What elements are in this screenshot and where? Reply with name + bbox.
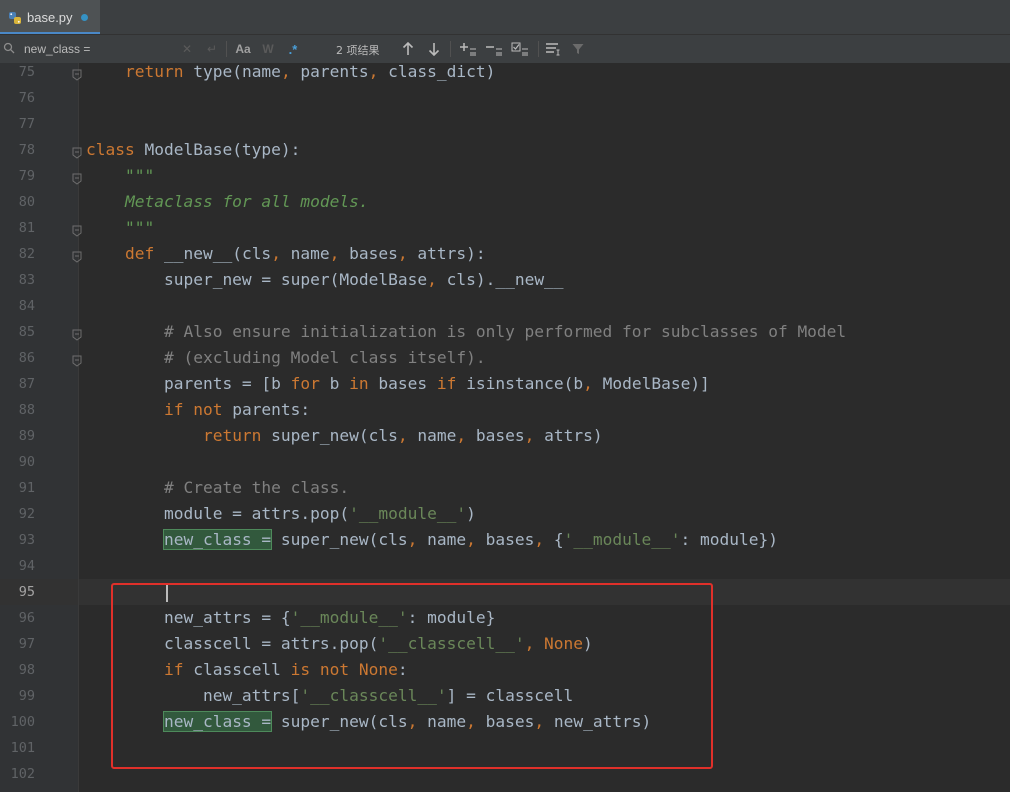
code-line[interactable]: if not parents: <box>86 397 310 423</box>
filter-icon[interactable] <box>570 40 586 58</box>
line-number: 82 <box>18 246 35 262</box>
tab-filename: base.py <box>27 9 73 25</box>
line-number: 96 <box>18 610 35 626</box>
line-number: 90 <box>18 454 35 470</box>
line-number: 80 <box>18 194 35 210</box>
code-line[interactable]: return super_new(cls, name, bases, attrs… <box>86 423 603 449</box>
line-number: 81 <box>18 220 35 236</box>
code-line[interactable]: # Also ensure initialization is only per… <box>86 319 846 345</box>
line-number: 91 <box>18 480 35 496</box>
python-file-icon <box>8 10 22 24</box>
line-number: 101 <box>10 740 35 756</box>
fold-marker-icon[interactable] <box>72 222 82 237</box>
line-number: 84 <box>18 298 35 314</box>
line-number: 76 <box>18 90 35 106</box>
line-number: 100 <box>10 714 35 730</box>
line-number: 79 <box>18 168 35 184</box>
toolbar-separator <box>450 41 451 57</box>
previous-occurrence-icon[interactable] <box>400 40 416 58</box>
line-number: 85 <box>18 324 35 340</box>
search-icon[interactable] <box>3 42 15 54</box>
fold-marker-icon[interactable] <box>72 326 82 341</box>
toolbar-separator <box>226 41 227 57</box>
line-number: 89 <box>18 428 35 444</box>
line-number: 78 <box>18 142 35 158</box>
annotation-red-box <box>111 583 713 769</box>
line-number: 88 <box>18 402 35 418</box>
code-line[interactable]: """ <box>86 215 154 241</box>
code-line[interactable]: return type(name, parents, class_dict) <box>86 59 495 85</box>
fold-marker-icon[interactable] <box>72 170 82 185</box>
fold-marker-icon[interactable] <box>72 66 82 81</box>
code-line[interactable]: parents = [b for b in bases if isinstanc… <box>86 371 710 397</box>
whole-words-button[interactable]: W <box>260 40 276 58</box>
next-occurrence-icon[interactable] <box>426 40 442 58</box>
search-in-selection-icon[interactable] <box>544 40 562 58</box>
code-line[interactable]: Metaclass for all models. <box>86 189 369 215</box>
line-number: 97 <box>18 636 35 652</box>
line-number: 86 <box>18 350 35 366</box>
line-number: 75 <box>18 64 35 80</box>
line-number: 87 <box>18 376 35 392</box>
active-tab-indicator <box>0 32 100 34</box>
code-line[interactable]: # (excluding Model class itself). <box>86 345 486 371</box>
line-number: 94 <box>18 558 35 574</box>
select-all-occurrences-icon[interactable] <box>510 40 530 58</box>
code-line[interactable]: module = attrs.pop('__module__') <box>86 501 476 527</box>
line-number: 77 <box>18 116 35 132</box>
code-line[interactable]: class ModelBase(type): <box>86 137 300 163</box>
code-line[interactable]: new_class = super_new(cls, name, bases, … <box>86 527 778 553</box>
line-number: 99 <box>18 688 35 704</box>
modified-indicator <box>80 13 88 21</box>
code-line[interactable]: """ <box>86 163 154 189</box>
code-line[interactable]: # Create the class. <box>86 475 349 501</box>
code-line[interactable]: super_new = super(ModelBase, cls).__new_… <box>86 267 564 293</box>
search-input[interactable] <box>24 40 174 58</box>
line-number: 102 <box>10 766 35 782</box>
line-number: 98 <box>18 662 35 678</box>
remove-occurrence-icon[interactable] <box>484 40 504 58</box>
match-case-button[interactable]: Aa <box>234 40 252 58</box>
line-number: 95 <box>18 584 35 600</box>
fold-marker-icon[interactable] <box>72 352 82 367</box>
search-result-count: 2 项结果 <box>336 44 380 57</box>
add-occurrence-icon[interactable] <box>458 40 478 58</box>
fold-marker-icon[interactable] <box>72 144 82 159</box>
code-line[interactable]: def __new__(cls, name, bases, attrs): <box>86 241 486 267</box>
toolbar-separator <box>538 41 539 57</box>
editor-tab-bar: base.py <box>0 0 1010 35</box>
multiline-icon[interactable]: ↵ <box>204 40 220 58</box>
line-number: 93 <box>18 532 35 548</box>
regex-button[interactable]: .* <box>284 40 302 58</box>
line-number: 92 <box>18 506 35 522</box>
clear-search-icon[interactable]: ✕ <box>180 40 194 58</box>
line-number: 83 <box>18 272 35 288</box>
fold-marker-icon[interactable] <box>72 248 82 263</box>
tab-base-py[interactable]: base.py <box>0 0 100 34</box>
